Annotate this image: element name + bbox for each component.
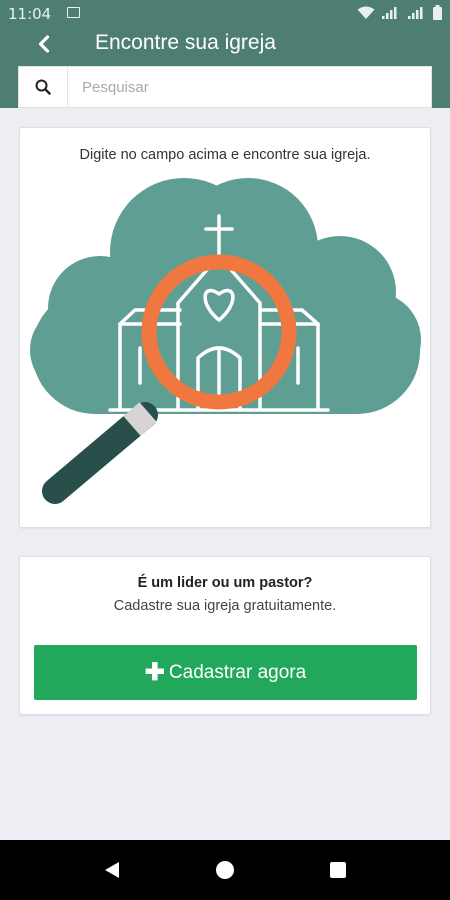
system-nav-bar xyxy=(0,840,450,900)
home-circle-icon xyxy=(216,861,234,879)
register-now-label: Cadastrar agora xyxy=(168,661,307,683)
register-card: É um lider ou um pastor? Cadastre sua ig… xyxy=(19,556,431,715)
search-icon xyxy=(35,79,51,95)
back-button[interactable] xyxy=(30,30,58,58)
nav-back-button[interactable] xyxy=(100,858,124,882)
chevron-left-icon xyxy=(38,35,50,53)
gallery-notification-icon xyxy=(67,7,80,18)
nav-recents-button[interactable] xyxy=(326,858,350,882)
magnifier-handle xyxy=(42,402,158,504)
church-magnifier-illustration xyxy=(30,178,421,504)
wifi-icon xyxy=(357,6,375,19)
search-input[interactable] xyxy=(68,67,431,107)
status-icons xyxy=(357,5,442,20)
plus-icon: ✚ xyxy=(144,658,165,686)
register-now-button[interactable]: ✚ Cadastrar agora xyxy=(34,645,417,700)
search-button[interactable] xyxy=(19,67,68,107)
signal-icon xyxy=(382,6,397,19)
recents-square-icon xyxy=(330,862,346,878)
search-box xyxy=(18,66,432,108)
status-bar: 11:04 xyxy=(0,0,450,28)
back-triangle-icon xyxy=(105,862,119,878)
info-card: Digite no campo acima e encontre sua igr… xyxy=(19,127,431,528)
nav-home-button[interactable] xyxy=(213,858,237,882)
register-subtitle: Cadastre sua igreja gratuitamente. xyxy=(113,598,337,614)
info-text: Digite no campo acima e encontre sua igr… xyxy=(79,147,371,163)
page-title: Encontre sua igreja xyxy=(95,31,276,54)
cloud-shape xyxy=(30,178,421,414)
status-time: 11:04 xyxy=(8,5,52,23)
battery-icon xyxy=(433,5,442,20)
register-title: É um lider ou um pastor? xyxy=(137,575,313,591)
signal-icon xyxy=(408,6,423,19)
